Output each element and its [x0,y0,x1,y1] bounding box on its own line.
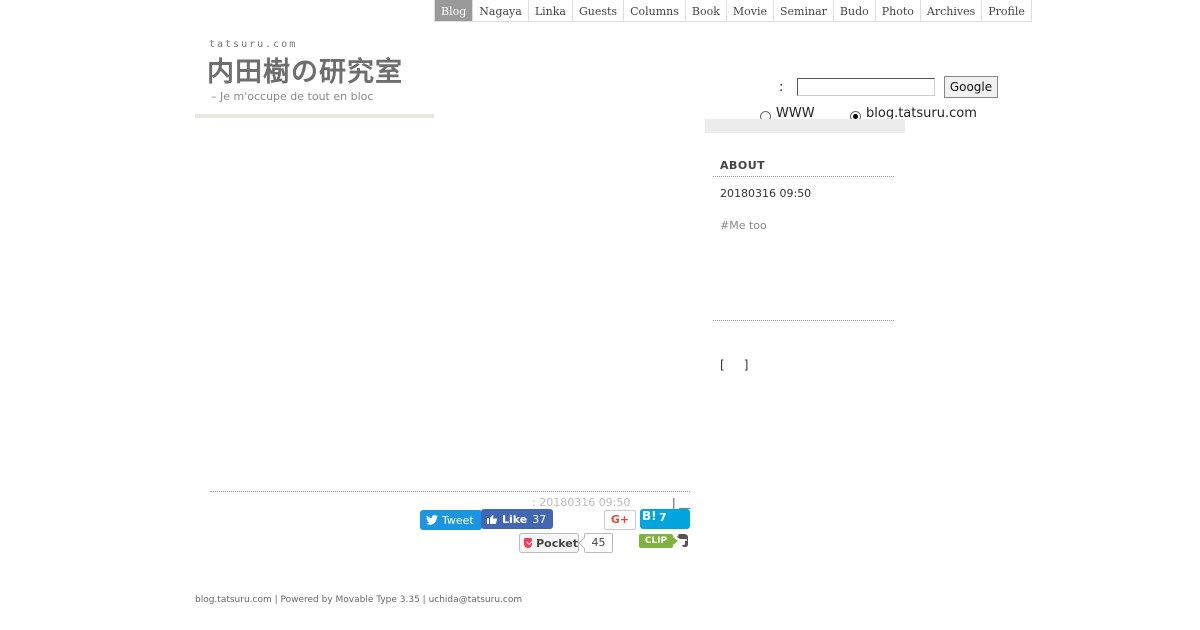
tab-profile[interactable]: Profile [981,0,1031,21]
pocket-label: Pocket [536,536,578,550]
thumbs-up-icon [487,515,498,524]
pocket-button[interactable]: Pocket [519,533,579,553]
about-date: 20180316 09:50 [720,187,812,200]
search-input[interactable] [797,78,935,96]
pocket-icon [524,538,533,548]
sidebar-header-band [705,119,905,133]
search-label: : [779,80,784,95]
site-title-logo[interactable]: 内田樹の研究室 [207,50,403,89]
google-plus-button[interactable]: G+ [604,510,636,530]
tab-blog[interactable]: Blog [435,0,473,21]
tab-book[interactable]: Book [684,0,726,21]
twitter-bird-icon [426,515,438,525]
evernote-elephant-icon[interactable] [676,533,690,548]
tweet-label: Tweet [442,513,474,527]
evernote-clip-button[interactable]: CLIP [639,534,678,548]
tab-columns[interactable]: Columns [623,0,685,21]
tab-archives[interactable]: Archives [919,0,981,21]
hatena-icon: B! [642,509,657,523]
google-search-button[interactable]: Google [944,76,998,98]
tab-guests[interactable]: Guests [571,0,623,21]
header-divider [195,114,434,118]
post-meta-separator: | [672,496,676,509]
top-nav: Blog Nagaya Linka Guests Columns Book Mo… [434,0,1032,22]
sidebar-brackets: [ ] [720,358,749,372]
hatena-bookmark-button[interactable]: B! 7 [640,509,690,529]
tab-movie[interactable]: Movie [725,0,773,21]
site-tagline: – Je m'occupe de tout en bloc [211,90,374,103]
about-heading: ABOUT [720,159,766,172]
tab-seminar[interactable]: Seminar [773,0,833,21]
page-footer: blog.tatsuru.com | Powered by Movable Ty… [195,595,523,605]
tab-budo[interactable]: Budo [832,0,875,21]
tab-photo[interactable]: Photo [874,0,920,21]
tweet-button[interactable]: Tweet [420,510,482,530]
like-count: 37 [532,512,547,526]
site-domain-label: tatsuru.com [209,39,298,50]
pocket-count: 45 [584,533,613,553]
post-meta-links: | __ [672,496,690,509]
hatena-count: 7 [659,511,667,524]
sidebar-divider [713,320,894,321]
about-divider [713,176,894,177]
post-permalink[interactable]: __ [679,496,690,509]
facebook-like-button[interactable]: Like 37 [481,509,553,529]
tab-nagaya[interactable]: Nagaya [472,0,528,21]
about-entry-link[interactable]: #Me too [720,219,767,232]
post-divider [210,491,690,492]
like-label: Like [502,512,528,526]
tab-linka[interactable]: Linka [527,0,572,21]
post-timestamp: : 20180316 09:50 [532,496,631,509]
